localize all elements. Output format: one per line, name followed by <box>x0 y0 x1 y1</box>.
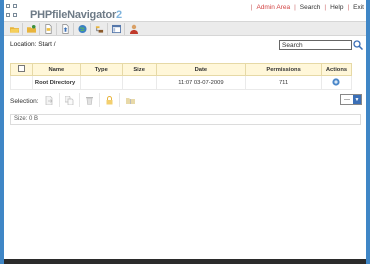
search-icon[interactable] <box>353 40 363 50</box>
row-name[interactable]: Root Directory <box>31 75 81 90</box>
size-status-bar: Size: 0 B <box>10 114 361 125</box>
copy-selection-button[interactable] <box>60 93 80 107</box>
logo-name: PHPfileNavigator <box>30 9 117 21</box>
lock-icon <box>106 95 113 104</box>
top-navigation: | Admin Area | Search | Help | Exit <box>250 4 364 11</box>
select-all-checkbox[interactable] <box>17 65 25 72</box>
view-select[interactable]: --- ▼ <box>340 94 362 105</box>
row-date: 11:07 03-07-2009 <box>155 75 247 90</box>
file-table: Name Type Size Date Permissions Actions … <box>10 63 353 90</box>
info-icon[interactable] <box>332 77 341 86</box>
move-selection-button[interactable] <box>40 93 60 107</box>
new-file-icon <box>45 23 52 34</box>
bottom-bar <box>4 259 366 264</box>
tree-button[interactable] <box>95 22 108 35</box>
new-file-button[interactable] <box>44 22 57 35</box>
zip-icon <box>125 97 135 104</box>
open-folder-icon <box>10 26 19 33</box>
column-header-name[interactable]: Name <box>31 63 81 76</box>
row-size <box>121 75 157 90</box>
help-link[interactable]: Help <box>330 4 343 11</box>
search-link[interactable]: Search <box>300 4 321 11</box>
selection-actions <box>40 93 140 107</box>
location-path-link[interactable]: Start / <box>38 41 55 48</box>
column-header-permissions[interactable]: Permissions <box>245 63 322 76</box>
location-label: Location: <box>10 41 37 48</box>
exit-link[interactable]: Exit <box>353 4 364 11</box>
delete-icon <box>86 96 93 105</box>
upload-icon <box>62 23 69 34</box>
table-row[interactable]: Root Directory 11:07 03-07-2009 711 <box>10 75 353 90</box>
column-header-size[interactable]: Size <box>121 63 157 76</box>
globe-button[interactable] <box>78 22 91 35</box>
column-header-date[interactable]: Date <box>155 63 247 76</box>
row-type <box>79 75 123 90</box>
window-icon <box>112 24 121 33</box>
column-header-type[interactable]: Type <box>79 63 123 76</box>
new-folder-icon <box>27 24 36 33</box>
size-status-text: Size: 0 B <box>14 116 39 122</box>
window-button[interactable] <box>112 22 125 35</box>
selection-label: Selection: <box>10 98 39 105</box>
row-permissions[interactable]: 711 <box>245 75 322 90</box>
toolbar <box>4 21 366 36</box>
delete-selection-button[interactable] <box>80 93 100 107</box>
view-select-value: --- <box>344 96 350 103</box>
search-input[interactable] <box>279 40 352 50</box>
column-header-actions: Actions <box>320 63 353 76</box>
upload-button[interactable] <box>61 22 74 35</box>
globe-icon <box>78 24 87 33</box>
select-all-header <box>10 63 33 76</box>
copy-icon <box>65 95 74 105</box>
zip-selection-button[interactable] <box>120 93 140 107</box>
users-icon <box>130 24 138 34</box>
logo-mark-icon <box>6 4 17 17</box>
logo-version: 2 <box>116 9 122 21</box>
table-header-row: Name Type Size Date Permissions Actions <box>10 63 353 76</box>
row-checkbox-cell <box>10 75 33 90</box>
new-folder-button[interactable] <box>27 22 40 35</box>
admin-area-link[interactable]: Admin Area <box>256 4 290 11</box>
app-logo: PHPfileNavigator2 <box>30 9 122 21</box>
location-breadcrumb: Location: Start / <box>10 41 56 48</box>
chevron-down-icon: ▼ <box>353 95 361 104</box>
tree-icon <box>95 25 104 33</box>
users-button[interactable] <box>129 23 142 35</box>
move-icon <box>45 95 53 105</box>
lock-selection-button[interactable] <box>100 93 120 107</box>
row-actions <box>320 75 353 90</box>
open-folder-button[interactable] <box>10 22 23 35</box>
